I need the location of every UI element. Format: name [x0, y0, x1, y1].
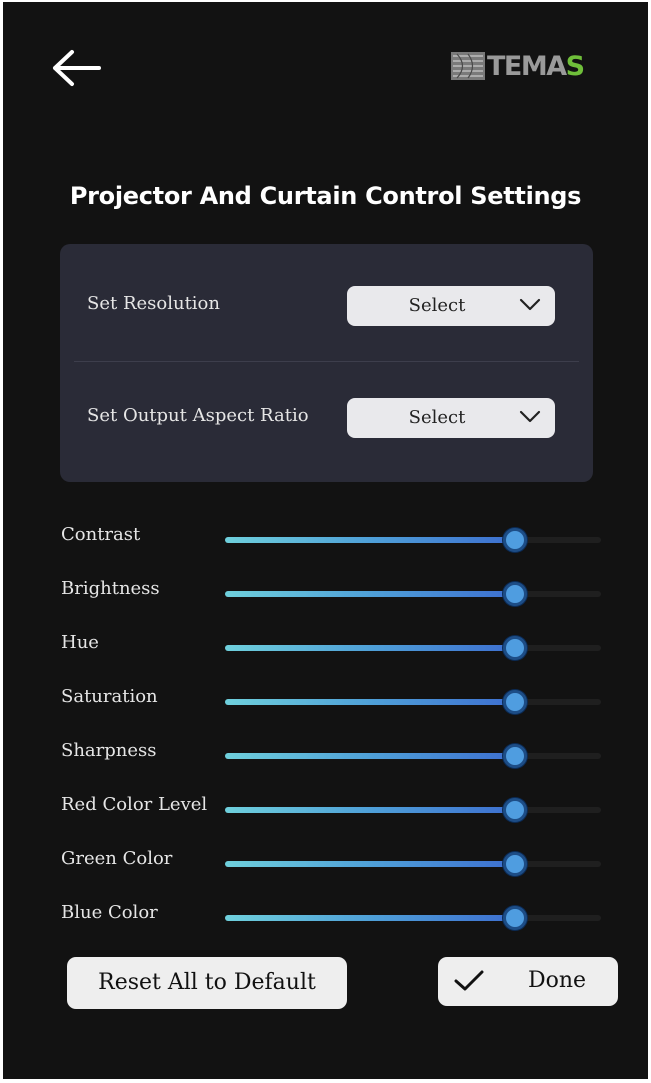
slider-fill: [225, 537, 515, 543]
logo-text-accent: S: [565, 50, 585, 82]
resolution-select-value: Select: [408, 295, 466, 316]
slider-fill: [225, 753, 515, 759]
settings-screen: TEMAS Projector And Curtain Control Sett…: [3, 2, 648, 1079]
aspect-ratio-select-value: Select: [408, 407, 466, 428]
green-color-slider[interactable]: [225, 852, 601, 876]
slider-row-green-color: Green Color: [3, 848, 648, 888]
logo-text-main: TEMA: [487, 50, 567, 82]
logo-mark-icon: [451, 52, 485, 80]
temas-logo: TEMAS: [451, 48, 585, 84]
arrow-left-icon: [53, 50, 101, 86]
slider-label: Hue: [61, 632, 99, 653]
checkmark-icon: [454, 970, 484, 991]
chevron-down-icon: [519, 298, 541, 311]
aspect-ratio-row: Set Output Aspect Ratio Select: [60, 362, 593, 474]
slider-thumb[interactable]: [502, 582, 527, 606]
slider-label: Brightness: [61, 578, 160, 599]
slider-thumb[interactable]: [502, 852, 527, 876]
slider-label: Sharpness: [61, 740, 157, 761]
aspect-ratio-select[interactable]: Select: [347, 398, 555, 438]
slider-fill: [225, 915, 515, 921]
slider-row-contrast: Contrast: [3, 524, 648, 564]
resolution-row: Set Resolution Select: [60, 244, 593, 356]
contrast-slider[interactable]: [225, 528, 601, 552]
slider-row-hue: Hue: [3, 632, 648, 672]
slider-thumb[interactable]: [502, 636, 527, 660]
brightness-slider[interactable]: [225, 582, 601, 606]
done-button-label: Done: [528, 968, 587, 993]
slider-row-blue-color: Blue Color: [3, 902, 648, 942]
slider-thumb[interactable]: [502, 528, 527, 552]
slider-row-brightness: Brightness: [3, 578, 648, 618]
saturation-slider[interactable]: [225, 690, 601, 714]
chevron-down-icon: [519, 410, 541, 423]
slider-label: Blue Color: [61, 902, 158, 923]
slider-label: Contrast: [61, 524, 141, 545]
slider-row-sharpness: Sharpness: [3, 740, 648, 780]
resolution-label: Set Resolution: [87, 293, 220, 314]
back-button[interactable]: [47, 46, 107, 90]
hue-slider[interactable]: [225, 636, 601, 660]
slider-row-red-color-level: Red Color Level: [3, 794, 648, 834]
slider-thumb[interactable]: [502, 744, 527, 768]
aspect-ratio-label: Set Output Aspect Ratio: [87, 405, 309, 426]
slider-label: Green Color: [61, 848, 173, 869]
slider-fill: [225, 645, 515, 651]
done-button[interactable]: Done: [438, 957, 618, 1006]
slider-label: Saturation: [61, 686, 158, 707]
slider-fill: [225, 591, 515, 597]
slider-thumb[interactable]: [502, 798, 527, 822]
reset-all-button-label: Reset All to Default: [98, 970, 316, 995]
resolution-select[interactable]: Select: [347, 286, 555, 326]
display-settings-panel: Set Resolution Select Set Output Aspect …: [60, 244, 593, 482]
page-title: Projector And Curtain Control Settings: [69, 182, 582, 210]
blue-color-slider[interactable]: [225, 906, 601, 930]
slider-thumb[interactable]: [502, 906, 527, 930]
slider-fill: [225, 861, 515, 867]
slider-row-saturation: Saturation: [3, 686, 648, 726]
reset-all-button[interactable]: Reset All to Default: [67, 957, 347, 1009]
slider-thumb[interactable]: [502, 690, 527, 714]
slider-label: Red Color Level: [61, 794, 208, 815]
slider-fill: [225, 699, 515, 705]
slider-fill: [225, 807, 515, 813]
sharpness-slider[interactable]: [225, 744, 601, 768]
logo-text: TEMAS: [487, 50, 585, 82]
red-color-level-slider[interactable]: [225, 798, 601, 822]
